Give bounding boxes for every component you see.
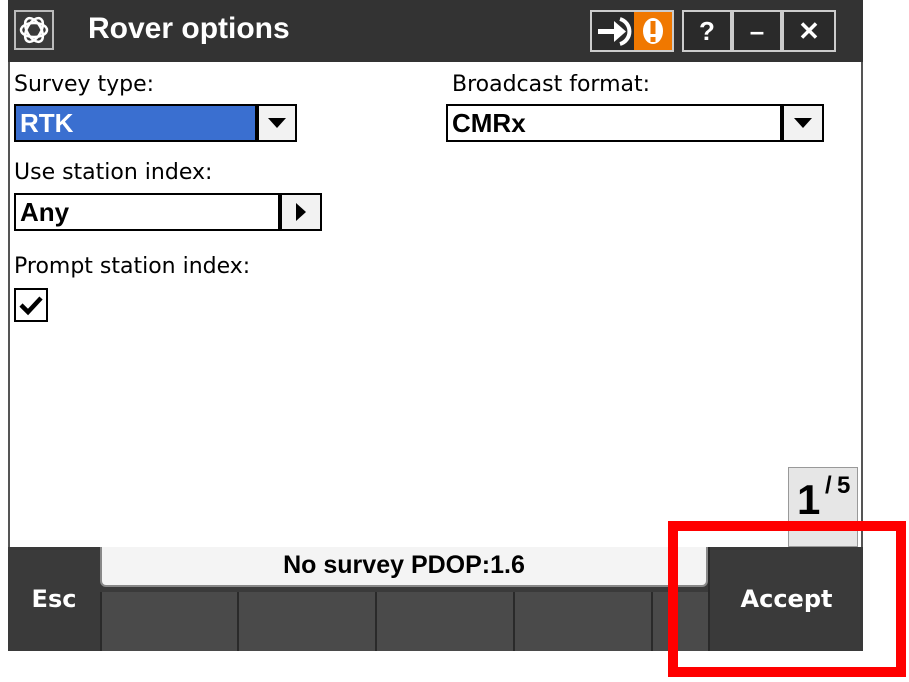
chevron-down-icon <box>268 118 286 128</box>
help-button[interactable]: ? <box>682 10 732 52</box>
page-current: 1 <box>797 476 821 523</box>
window-title: Rover options <box>88 12 290 45</box>
checkmark-icon <box>19 296 43 316</box>
close-button[interactable]: ✕ <box>782 10 836 52</box>
connection-status-button[interactable] <box>590 10 674 52</box>
prompt-station-index-checkbox[interactable] <box>14 288 48 322</box>
broadcast-format-dropdown-button[interactable] <box>782 104 824 142</box>
exclamation-icon <box>634 12 672 50</box>
trimble-logo-icon[interactable] <box>14 10 54 50</box>
softkey-slot-3 <box>375 592 513 651</box>
survey-type-label: Survey type: <box>14 72 155 97</box>
prompt-station-index-label: Prompt station index: <box>14 254 251 279</box>
station-index-field[interactable]: Any <box>14 193 280 231</box>
page-separator: / <box>825 472 832 499</box>
survey-type-select[interactable]: RTK <box>14 104 257 142</box>
status-bar: No survey PDOP:1.6 <box>100 547 708 587</box>
page-total: 5 <box>837 472 851 499</box>
arrow-right-icon <box>596 15 634 47</box>
station-index-label: Use station index: <box>14 160 213 185</box>
form-area: Survey type: RTK Broadcast format: CMRx … <box>8 62 863 547</box>
minimize-button[interactable]: – <box>732 10 782 52</box>
station-index-arrow-button[interactable] <box>280 193 322 231</box>
survey-type-dropdown-button[interactable] <box>257 104 297 142</box>
softkey-slot-1 <box>100 592 237 651</box>
broadcast-format-label: Broadcast format: <box>452 72 651 97</box>
esc-softkey[interactable]: Esc <box>8 547 100 651</box>
broadcast-format-select[interactable]: CMRx <box>446 104 782 142</box>
softkey-slot-4 <box>513 592 651 651</box>
chevron-down-icon <box>794 118 812 128</box>
chevron-right-icon <box>296 203 306 221</box>
title-bar: Rover options ? – ✕ <box>8 0 863 62</box>
highlight-box <box>668 521 906 677</box>
softkey-slot-2 <box>237 592 375 651</box>
